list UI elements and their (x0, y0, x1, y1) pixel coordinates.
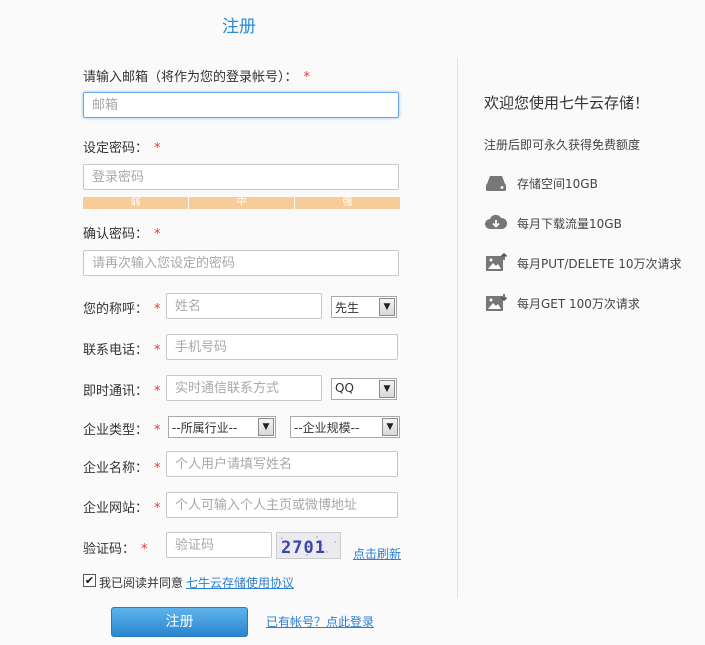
agree-text: 我已阅读并同意 (99, 576, 184, 590)
email-label: 请输入邮箱（将作为您的登录帐号）： * (83, 70, 311, 85)
register-button[interactable]: 注册 (111, 607, 248, 637)
title-select[interactable]: 先生 ▼ (331, 296, 397, 318)
chevron-down-icon: ▼ (379, 380, 395, 398)
password-input[interactable] (83, 164, 399, 190)
agreement-link[interactable]: 七牛云存储使用协议 (186, 574, 294, 591)
captcha-refresh-link[interactable]: 点击刷新 (353, 545, 401, 562)
website-input[interactable] (166, 492, 398, 518)
phone-input[interactable] (166, 334, 398, 360)
captcha-image[interactable]: 2701 (276, 532, 341, 559)
strength-weak: 弱 (83, 197, 189, 209)
phone-label: 联系电话： * (83, 343, 161, 358)
confirm-password-label: 确认密码： * (83, 227, 161, 242)
im-type-select[interactable]: QQ ▼ (331, 378, 397, 400)
confirm-password-input[interactable] (83, 250, 399, 276)
strength-strong: 强 (295, 197, 400, 209)
required-mark: * (154, 423, 161, 438)
required-mark: * (141, 542, 148, 557)
vertical-divider (457, 58, 458, 598)
cloud-download-icon (485, 214, 508, 229)
feature-item: 每月PUT/DELETE 10万次请求 (484, 252, 681, 274)
chevron-down-icon: ▼ (382, 418, 398, 436)
feature-item: 存储空间10GB (484, 172, 598, 194)
aside-subtitle: 注册后即可永久获得免费额度 (484, 138, 641, 152)
company-name-input[interactable] (166, 451, 398, 477)
svg-text:2701: 2701 (281, 538, 326, 558)
name-input[interactable] (166, 293, 322, 319)
password-label: 设定密码： * (83, 141, 161, 156)
aside-title: 欢迎您使用七牛云存储！ (484, 94, 650, 112)
company-type-label: 企业类型： * (83, 423, 161, 438)
login-link[interactable]: 已有帐号？点此登录 (266, 613, 374, 630)
captcha-label: 验证码： * (83, 542, 148, 557)
chevron-down-icon: ▼ (258, 418, 274, 436)
chevron-down-icon: ▼ (379, 298, 395, 316)
password-strength-meter: 弱 中 强 (83, 197, 400, 209)
company-name-label: 企业名称： * (83, 461, 161, 476)
company-size-select[interactable]: --企业规模-- ▼ (290, 416, 400, 438)
im-label: 即时通讯： * (83, 384, 161, 399)
required-mark: * (154, 141, 161, 156)
industry-select[interactable]: --所属行业-- ▼ (168, 416, 276, 438)
page-title: 注册 (222, 17, 256, 37)
feature-item: 每月下载流量10GB (484, 212, 622, 234)
strength-medium: 中 (189, 197, 295, 209)
email-input[interactable] (83, 92, 399, 118)
agree-checkbox[interactable]: ✔ (83, 574, 96, 587)
image-get-icon (486, 294, 508, 311)
storage-icon (486, 176, 506, 191)
captcha-input[interactable] (166, 532, 272, 558)
required-mark: * (154, 501, 161, 516)
required-mark: * (154, 227, 161, 242)
required-mark: * (154, 461, 161, 476)
required-mark: * (154, 384, 161, 399)
feature-item: 每月GET 100万次请求 (484, 292, 640, 314)
image-upload-icon (486, 252, 508, 271)
required-mark: * (154, 302, 161, 317)
captcha-noise: 2701 (281, 536, 336, 558)
required-mark: * (303, 70, 311, 85)
name-label: 您的称呼： * (83, 302, 161, 317)
website-label: 企业网站： * (83, 501, 161, 516)
required-mark: * (154, 343, 161, 358)
im-input[interactable] (166, 375, 322, 401)
